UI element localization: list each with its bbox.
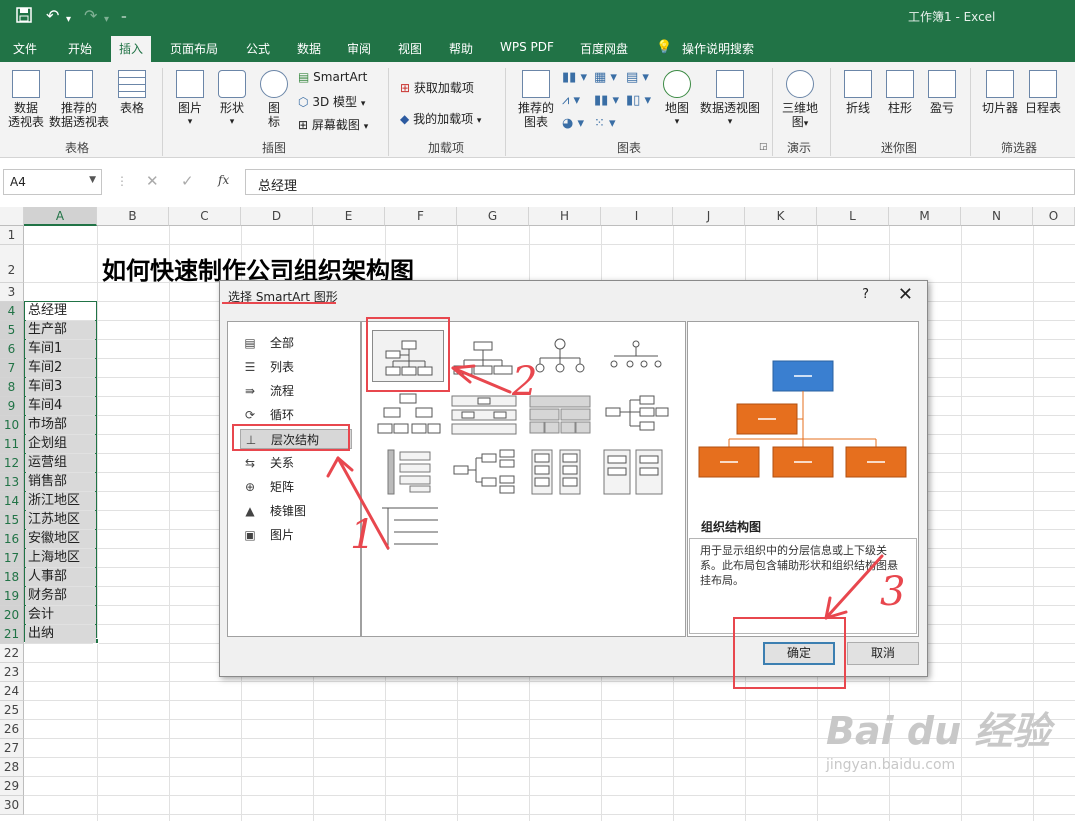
annotation-number-3: 3: [880, 569, 905, 615]
annotation-number-2: 2: [511, 359, 537, 405]
watermark: Bai du 经验 jingyan.baidu.com: [826, 700, 1050, 773]
watermark-url: jingyan.baidu.com: [826, 757, 956, 773]
annotation-strokes: 1 2 3: [326, 359, 905, 620]
watermark-brand: Bai du 经验: [826, 709, 1051, 753]
annotation-number-1: 1: [350, 512, 375, 558]
